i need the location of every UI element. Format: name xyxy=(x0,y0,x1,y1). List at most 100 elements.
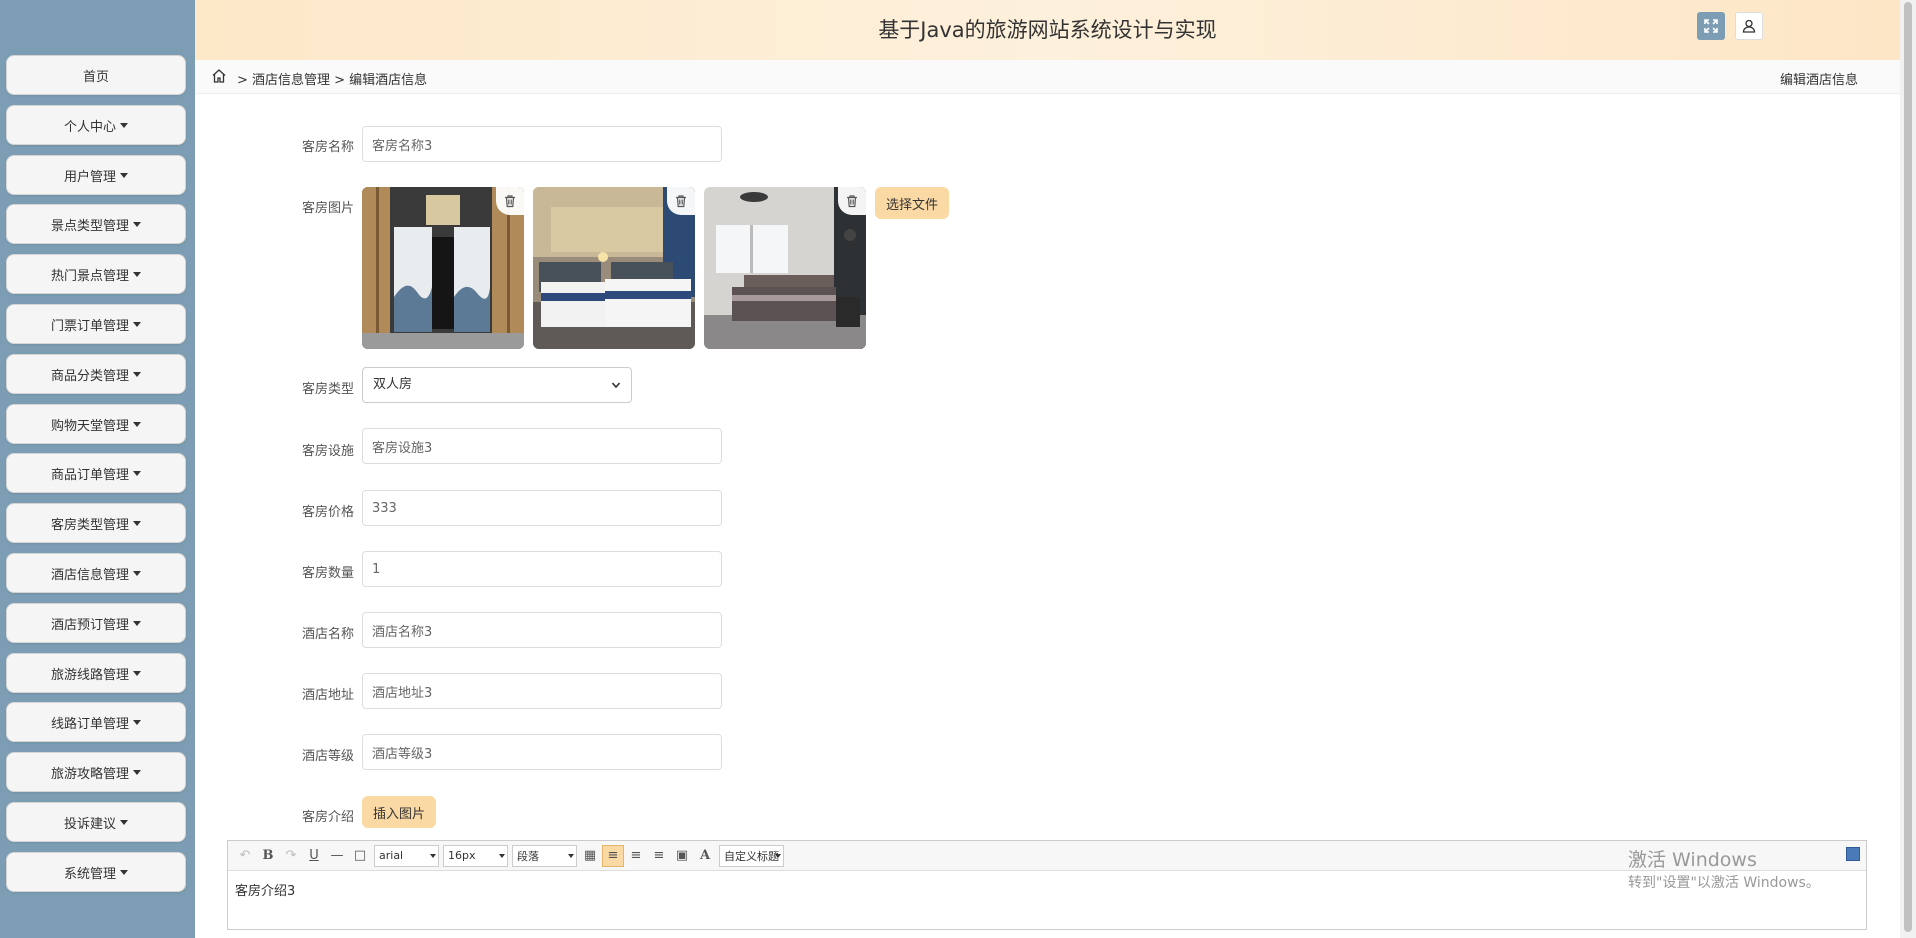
caret-down-icon xyxy=(133,321,141,327)
description-label: 客房介绍 xyxy=(302,810,355,825)
expand-icon xyxy=(1704,19,1718,33)
caret-down-icon xyxy=(133,520,141,526)
sidebar-item-system[interactable]: 系统管理 xyxy=(6,852,186,892)
caret-down-icon xyxy=(133,670,141,676)
delete-image-2-button[interactable] xyxy=(667,187,695,215)
sidebar-item-spot-types[interactable]: 景点类型管理 xyxy=(6,204,186,244)
watermark-title: 激活 Windows xyxy=(1628,849,1757,871)
hotel-address-label: 酒店地址 xyxy=(302,688,355,703)
rich-text-editor[interactable]: ↶ B ↷ U — □ arial 16px 段落 ▦ ≡ ≡ ≡ ▣ A 自定… xyxy=(227,840,1867,930)
sidebar-item-room-types[interactable]: 客房类型管理 xyxy=(6,503,186,543)
caret-down-icon xyxy=(120,122,128,128)
room-image-1 xyxy=(362,187,524,349)
hotel-grade-label: 酒店等级 xyxy=(302,749,355,764)
clear-format-icon[interactable]: □ xyxy=(349,845,371,867)
room-image-label: 客房图片 xyxy=(302,201,355,216)
price-input[interactable] xyxy=(362,490,722,526)
facilities-label: 客房设施 xyxy=(302,444,355,459)
scrollbar[interactable] xyxy=(1900,0,1916,938)
dropdown-icon xyxy=(568,853,574,858)
caret-down-icon xyxy=(133,421,141,427)
hotel-name-label: 酒店名称 xyxy=(302,627,355,642)
sidebar-item-users[interactable]: 用户管理 xyxy=(6,155,186,195)
watermark-subtitle: 转到"设置"以激活 Windows。 xyxy=(1628,875,1820,891)
room-type-select[interactable]: 双人房 xyxy=(362,367,632,403)
hotel-address-input[interactable] xyxy=(362,673,722,709)
trash-icon xyxy=(676,195,686,208)
fullscreen-button[interactable] xyxy=(1697,12,1725,40)
choose-file-button[interactable]: 选择文件 xyxy=(875,187,950,219)
caret-down-icon xyxy=(133,271,141,277)
sidebar-item-complaints[interactable]: 投诉建议 xyxy=(6,802,186,842)
table-icon[interactable]: ▦ xyxy=(579,845,601,867)
breadcrumb-current: 编辑酒店信息 xyxy=(1779,73,1858,88)
breadcrumb-path: > 酒店信息管理 > 编辑酒店信息 xyxy=(237,73,428,88)
source-view-icon[interactable] xyxy=(1846,847,1860,861)
delete-image-3-button[interactable] xyxy=(838,187,866,215)
chevron-down-icon xyxy=(611,382,621,389)
room-type-value: 双人房 xyxy=(373,377,413,392)
scroll-thumb[interactable] xyxy=(1904,2,1912,932)
caret-down-icon xyxy=(133,719,141,725)
sidebar-item-travel-guides[interactable]: 旅游攻略管理 xyxy=(6,752,186,792)
font-color-icon[interactable]: A xyxy=(694,845,716,867)
sidebar-item-route-orders[interactable]: 线路订单管理 xyxy=(6,702,186,742)
hotel-name-input[interactable] xyxy=(362,612,722,648)
room-image-3 xyxy=(704,187,866,349)
caret-down-icon xyxy=(133,470,141,476)
sidebar-item-product-categories[interactable]: 商品分类管理 xyxy=(6,354,186,394)
price-label: 客房价格 xyxy=(302,505,355,520)
font-family-select[interactable]: arial xyxy=(374,844,439,867)
delete-image-1-button[interactable] xyxy=(496,187,524,215)
caret-down-icon xyxy=(133,769,141,775)
horizontal-rule-icon[interactable]: — xyxy=(326,845,348,867)
header: 基于Java的旅游网站系统设计与实现 xyxy=(195,0,1900,60)
room-name-input[interactable] xyxy=(362,126,722,162)
caret-down-icon xyxy=(120,869,128,875)
room-image-2 xyxy=(533,187,695,349)
align-justify-icon[interactable]: ▣ xyxy=(671,845,693,867)
editor-content[interactable]: 客房介绍3 xyxy=(235,880,295,899)
caret-down-icon xyxy=(133,371,141,377)
sidebar-item-shopping[interactable]: 购物天堂管理 xyxy=(6,404,186,444)
underline-icon[interactable]: U xyxy=(303,845,325,867)
room-name-label: 客房名称 xyxy=(302,140,355,155)
sidebar-item-product-orders[interactable]: 商品订单管理 xyxy=(6,453,186,493)
paragraph-select[interactable]: 段落 xyxy=(512,844,577,867)
caret-down-icon xyxy=(120,172,128,178)
quantity-input[interactable] xyxy=(362,551,722,587)
trash-icon xyxy=(505,195,515,208)
sidebar-item-travel-routes[interactable]: 旅游线路管理 xyxy=(6,653,186,693)
sidebar-item-personal-center[interactable]: 个人中心 xyxy=(6,105,186,145)
align-right-icon[interactable]: ≡ xyxy=(625,845,647,867)
editor-toolbar: ↶ B ↷ U — □ arial 16px 段落 ▦ ≡ ≡ ≡ ▣ A 自定… xyxy=(228,841,1866,871)
dropdown-icon xyxy=(430,853,436,858)
undo-icon[interactable]: ↶ xyxy=(234,845,256,867)
sidebar-item-hot-spots[interactable]: 热门景点管理 xyxy=(6,254,186,294)
sidebar-item-ticket-orders[interactable]: 门票订单管理 xyxy=(6,304,186,344)
sidebar-item-hotel-booking[interactable]: 酒店预订管理 xyxy=(6,603,186,643)
bold-icon[interactable]: B xyxy=(257,845,279,867)
align-center-icon[interactable]: ≡ xyxy=(648,845,670,867)
user-button[interactable] xyxy=(1735,12,1763,40)
caret-down-icon xyxy=(133,221,141,227)
breadcrumb: > 酒店信息管理 > 编辑酒店信息 编辑酒店信息 xyxy=(195,60,1900,94)
font-size-select[interactable]: 16px xyxy=(443,844,508,867)
home-icon[interactable] xyxy=(211,68,227,84)
redo-icon[interactable]: ↷ xyxy=(280,845,302,867)
caret-down-icon xyxy=(133,620,141,626)
caret-down-icon xyxy=(120,819,128,825)
custom-heading-select[interactable]: 自定义标题 xyxy=(719,844,784,867)
sidebar: 首页 个人中心 用户管理 景点类型管理 热门景点管理 门票订单管理 商品分类管理… xyxy=(0,0,195,938)
caret-down-icon xyxy=(133,570,141,576)
page-title: 基于Java的旅游网站系统设计与实现 xyxy=(878,18,1217,42)
trash-icon xyxy=(847,195,857,208)
sidebar-item-hotel-info[interactable]: 酒店信息管理 xyxy=(6,553,186,593)
dropdown-icon xyxy=(499,853,505,858)
align-left-icon[interactable]: ≡ xyxy=(602,844,624,867)
hotel-grade-input[interactable] xyxy=(362,734,722,770)
facilities-input[interactable] xyxy=(362,428,722,464)
insert-image-button[interactable]: 插入图片 xyxy=(362,796,437,828)
sidebar-item-home[interactable]: 首页 xyxy=(6,55,186,95)
dropdown-icon xyxy=(775,853,781,858)
